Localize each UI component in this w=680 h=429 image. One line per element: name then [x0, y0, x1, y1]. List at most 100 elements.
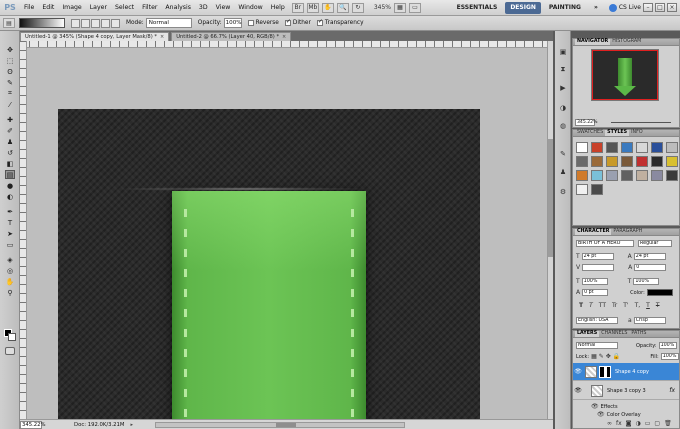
tab-histogram[interactable]: HISTOGRAM: [610, 39, 643, 45]
style-swatch[interactable]: [636, 142, 648, 153]
menu-3d[interactable]: 3D: [195, 0, 212, 16]
link-layers-icon[interactable]: ∞: [607, 420, 612, 427]
style-swatch[interactable]: [591, 184, 603, 195]
font-family-select[interactable]: BIRTH OF A HERO: [576, 240, 634, 247]
faux-italic-button[interactable]: T: [589, 302, 593, 309]
zoom-tool-icon[interactable]: 🔍: [336, 2, 349, 13]
clone-stamp-tool-icon[interactable]: ♟: [5, 137, 15, 146]
3d-rotate-tool-icon[interactable]: ◈: [5, 255, 15, 264]
kerning-field[interactable]: [582, 264, 615, 271]
reflected-gradient-icon[interactable]: [101, 18, 110, 28]
underline-button[interactable]: T: [646, 302, 650, 309]
baseline-shift-field[interactable]: 0 pt: [582, 289, 609, 296]
layers-comp-icon[interactable]: ▣: [558, 47, 568, 56]
angle-gradient-icon[interactable]: [91, 18, 100, 28]
horizontal-scale-field[interactable]: 100%: [633, 278, 660, 285]
lock-all-icon[interactable]: 🔒: [613, 353, 620, 360]
style-swatch[interactable]: [651, 156, 663, 167]
hand-tool-icon[interactable]: ✋: [5, 277, 15, 286]
dither-checkbox[interactable]: [284, 18, 291, 26]
add-mask-icon[interactable]: ◙: [626, 420, 632, 427]
rotate-view-icon[interactable]: ↻: [351, 2, 364, 13]
minibridge-icon[interactable]: Mb: [306, 2, 319, 13]
blend-mode-select[interactable]: Normal: [576, 342, 618, 349]
arrange-icon[interactable]: ▦: [393, 2, 406, 13]
style-swatch[interactable]: [621, 156, 633, 167]
style-swatch[interactable]: [576, 184, 588, 195]
quick-select-tool-icon[interactable]: ✎: [5, 78, 15, 87]
style-swatch[interactable]: [591, 156, 603, 167]
menu-analysis[interactable]: Analysis: [161, 0, 195, 16]
view-box[interactable]: [592, 50, 658, 100]
zoom-tool-icon[interactable]: ⚲: [5, 288, 15, 297]
reverse-checkbox[interactable]: [247, 20, 254, 26]
tab-styles[interactable]: STYLES: [605, 130, 630, 136]
background-color-swatch[interactable]: [8, 333, 16, 341]
menu-view[interactable]: View: [212, 0, 235, 16]
small-caps-button[interactable]: Tr: [612, 302, 617, 309]
tab-info[interactable]: INFO: [629, 130, 645, 136]
eyedropper-tool-icon[interactable]: ⁄: [5, 100, 15, 109]
style-swatch[interactable]: [621, 170, 633, 181]
actions-icon[interactable]: ▶: [558, 83, 568, 92]
style-swatch[interactable]: [666, 142, 678, 153]
fill-field[interactable]: 100%: [660, 353, 679, 360]
tab-untitled-1[interactable]: Untitled-1 @ 345% (Shape 4 copy, Layer M…: [20, 32, 170, 41]
style-swatch[interactable]: [576, 142, 588, 153]
horizontal-scrollbar[interactable]: [155, 421, 406, 428]
adjustment-layer-icon[interactable]: ◑: [636, 420, 641, 427]
more-workspaces-button[interactable]: »: [589, 2, 603, 14]
shape-tool-icon[interactable]: ▭: [5, 240, 15, 249]
lasso-tool-icon[interactable]: ʘ: [5, 67, 15, 76]
navigator-zoom-slider[interactable]: [611, 122, 671, 123]
type-tool-icon[interactable]: T: [5, 218, 15, 227]
visibility-eye-icon[interactable]: 👁: [573, 368, 583, 375]
brush-tool-icon[interactable]: ✐: [5, 126, 15, 135]
adjustments-icon[interactable]: ◑: [558, 103, 568, 112]
subscript-button[interactable]: T,: [635, 302, 641, 309]
cs-live-button[interactable]: CS Live: [608, 3, 641, 12]
radial-gradient-icon[interactable]: [81, 18, 90, 28]
faux-bold-button[interactable]: T: [579, 302, 583, 309]
doc-size-info[interactable]: Doc: 192.0K/3.21M: [74, 422, 125, 428]
maximize-button[interactable]: □: [655, 3, 665, 12]
menu-file[interactable]: File: [20, 0, 38, 16]
font-style-select[interactable]: Regular: [638, 240, 672, 247]
ruler-horizontal[interactable]: [20, 41, 547, 48]
blur-tool-icon[interactable]: ●: [5, 181, 15, 190]
text-color-swatch[interactable]: [646, 289, 673, 296]
status-zoom-field[interactable]: 345.22%: [20, 420, 46, 429]
tab-navigator[interactable]: NAVIGATOR: [575, 39, 611, 45]
style-swatch[interactable]: [591, 170, 603, 181]
scroll-thumb[interactable]: [276, 422, 297, 427]
lock-position-icon[interactable]: ✥: [606, 353, 611, 360]
style-swatch[interactable]: [621, 142, 633, 153]
menu-layer[interactable]: Layer: [86, 0, 111, 16]
lock-pixels-icon[interactable]: ✎: [599, 353, 604, 360]
tab-paths[interactable]: PATHS: [629, 331, 648, 337]
leading-field[interactable]: 24 pt: [633, 253, 666, 260]
tool-presets-icon[interactable]: ⚙: [558, 187, 568, 196]
scroll-thumb[interactable]: [548, 139, 553, 257]
style-swatch[interactable]: [636, 170, 648, 181]
tab-channels[interactable]: CHANNELS: [599, 331, 629, 337]
color-overlay-row[interactable]: 👁 Color Overlay: [597, 411, 641, 418]
navigator-thumbnail[interactable]: [591, 49, 659, 101]
lock-transparency-icon[interactable]: ▦: [591, 353, 597, 360]
opacity-input[interactable]: 100%: [223, 18, 242, 28]
style-swatch[interactable]: [636, 156, 648, 167]
style-swatch[interactable]: [576, 170, 588, 181]
style-swatch[interactable]: [651, 170, 663, 181]
anti-alias-select[interactable]: Crisp: [633, 317, 666, 324]
green-ribbon-shape[interactable]: [172, 191, 366, 419]
pen-tool-icon[interactable]: ✒: [5, 207, 15, 216]
layer-mask-thumbnail[interactable]: [599, 365, 611, 378]
document-canvas[interactable]: [58, 109, 480, 419]
hand-icon[interactable]: ✋: [321, 2, 334, 13]
status-menu-arrow-icon[interactable]: ▸: [131, 422, 134, 428]
workspace-essentials[interactable]: ESSENTIALS: [452, 2, 503, 14]
3d-orbit-tool-icon[interactable]: ◎: [5, 266, 15, 275]
strikethrough-button[interactable]: T: [656, 302, 660, 309]
tab-paragraph[interactable]: PARAGRAPH: [611, 229, 644, 235]
tab-layers[interactable]: LAYERS: [575, 331, 600, 337]
